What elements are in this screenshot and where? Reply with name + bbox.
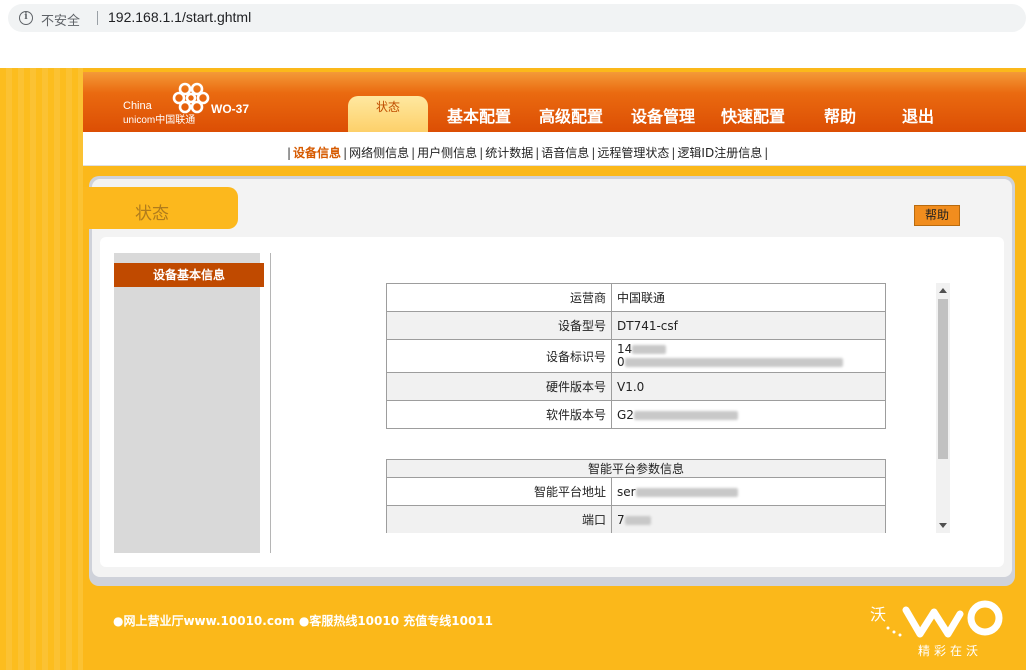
nav-tab-quick-config[interactable]: 快速配置 [710,96,796,132]
scroll-up-arrow-icon[interactable] [939,288,947,293]
nav-tab-basic-config[interactable]: 基本配置 [436,96,522,132]
table-row: 智能平台参数信息 [386,459,886,478]
wo-character: 沃 [870,605,886,624]
redacted-value [635,487,738,497]
help-button[interactable]: 帮助 [914,205,960,226]
nav-tab-device-management[interactable]: 设备管理 [620,96,706,132]
panel-title-tab: 状态 [83,187,238,229]
url-text[interactable]: 192.168.1.1/start.ghtml [108,9,251,25]
info-icon[interactable]: i [19,11,33,25]
footer-slogan: 精彩在沃 [918,644,983,658]
row-label: 硬件版本号 [386,372,612,401]
row-label: 智能平台地址 [386,477,612,506]
port-prefix: 7 [617,512,625,527]
row-value: DT741-csf [611,311,886,340]
leftnav-item-device-basic-info[interactable]: 设备基本信息 [114,263,264,287]
row-value: V1.0 [611,372,886,401]
left-menu-divider [270,253,271,553]
table-row: 设备标识号 14 0 [386,339,886,373]
content-inner: 状态 帮助 设备基本信息 运营商 中国联通 设备型号 DT741-csf 设备标… [83,179,1012,577]
vertical-scrollbar[interactable] [936,283,950,533]
address-separator [97,11,98,25]
subnav-logical-id[interactable]: 逻辑ID注册信息 [677,146,762,160]
panel-title: 状态 [135,204,169,224]
row-label: 设备标识号 [386,339,612,373]
sub-nav: | 设备信息 | 网络侧信息 | 用户侧信息 | 统计数据 | 语音信息 | 远程管理状态 | 逻辑ID注… [83,132,1026,166]
nav-tab-logout[interactable]: 退出 [888,96,948,132]
redacted-value [624,358,843,367]
subnav-statistics[interactable]: 统计数据 [485,146,533,160]
device-id-prefix-1: 14 [617,342,633,356]
software-version-prefix: G2 [617,407,634,422]
table-row: 设备型号 DT741-csf [386,311,886,340]
scroll-thumb[interactable] [938,299,948,459]
table-row: 智能平台地址 ser [386,477,886,506]
nav-tab-help[interactable]: 帮助 [810,96,870,132]
subnav-remote-management[interactable]: 远程管理状态 [597,146,669,160]
router-header: China unicom中国联通 WO-37 状态 基本配置 高级配置 设备管理… [83,72,1026,132]
redacted-value [633,410,738,420]
browser-address-bar: i 不安全 192.168.1.1/start.ghtml [0,0,1026,38]
row-label: 端口 [386,505,612,533]
nav-tab-advanced-config[interactable]: 高级配置 [528,96,614,132]
device-id-prefix-2: 0 [617,355,625,369]
nav-tab-status[interactable]: 状态 [348,96,428,132]
footer-contact-info: ●网上营业厅www.10010.com ●客服热线10010 充值专线10011 [113,614,494,628]
platform-section-header: 智能平台参数信息 [386,459,886,478]
device-info-table: 运营商 中国联通 设备型号 DT741-csf 设备标识号 14 0 硬件版本号… [386,283,886,429]
content-panel: 状态 帮助 设备基本信息 运营商 中国联通 设备型号 DT741-csf 设备标… [83,176,1015,586]
device-info-scroll-area[interactable]: 运营商 中国联通 设备型号 DT741-csf 设备标识号 14 0 硬件版本号… [386,283,886,533]
left-menu: 设备基本信息 [114,253,264,553]
unicom-logo: China unicom中国联通 [123,78,223,126]
content-area: 设备基本信息 运营商 中国联通 设备型号 DT741-csf 设备标识号 14 … [100,237,1004,567]
unicom-knot-icon [172,82,210,114]
sub-nav-items: | 设备信息 | 网络侧信息 | 用户侧信息 | 统计数据 | 语音信息 | 远程管理状态 | 逻辑ID注… [287,146,769,160]
subnav-user-info[interactable]: 用户侧信息 [417,146,477,160]
table-row: 端口 7 [386,505,886,533]
device-model: WO-37 [211,102,250,116]
logo-text-unicom: unicom中国联通 [123,115,196,126]
platform-info-table: 智能平台参数信息 智能平台地址 ser 端口 7 [386,459,886,533]
table-row: 运营商 中国联通 [386,283,886,312]
platform-address-prefix: ser [617,484,636,499]
row-label: 软件版本号 [386,400,612,429]
table-row: 软件版本号 G2 [386,400,886,429]
scroll-down-arrow-icon[interactable] [939,523,947,528]
row-label: 运营商 [386,283,612,312]
table-row: 硬件版本号 V1.0 [386,372,886,401]
row-label: 设备型号 [386,311,612,340]
subnav-network-info[interactable]: 网络侧信息 [349,146,409,160]
security-label[interactable]: 不安全 [41,10,80,29]
redacted-value [624,515,651,525]
omnibox[interactable]: i 不安全 192.168.1.1/start.ghtml [8,4,1026,32]
redacted-value [632,345,667,354]
subnav-device-info[interactable]: 设备信息 [293,146,341,160]
left-decoration [0,68,83,670]
subnav-voice-info[interactable]: 语音信息 [541,146,589,160]
row-value: 中国联通 [611,283,886,312]
